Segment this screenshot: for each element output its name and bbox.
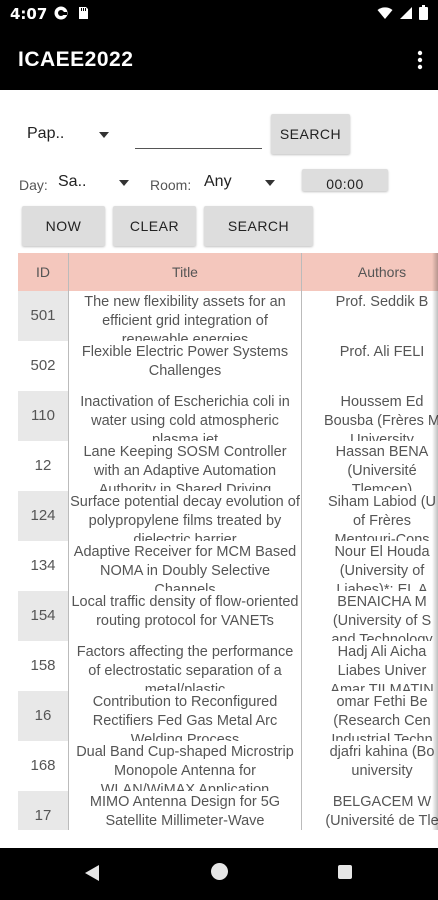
cell-id: 502 [18,341,68,391]
scroll-shadow [432,253,438,830]
cell-authors: djafri kahina (Bo university [329,744,435,779]
now-button[interactable]: NOW [22,206,105,246]
cell-title: Inactivation of Escherichia coli in wate… [80,394,290,441]
day-dropdown[interactable]: Sa.. [58,173,132,195]
table-row[interactable]: 12 Lane Keeping SOSM Controller with an A… [18,441,438,491]
table-row[interactable]: 154 Local traffic density of flow-oriente… [18,591,438,641]
cell-title: Contribution to Reconfigured Rectifiers … [92,694,278,741]
cell-authors: Prof. Seddik B [335,294,429,310]
column-header-id[interactable]: ID [18,253,68,291]
app-title: ICAEE2022 [18,48,134,71]
type-dropdown[interactable]: Pap.. [27,125,113,147]
app-bar: ICAEE2022 [0,28,438,90]
wifi-icon [377,6,393,19]
cell-title: The new flexibility assets for an effici… [84,294,286,341]
cell-title: Local traffic density of flow-oriented r… [71,594,299,629]
type-dropdown-value: Pap.. [27,125,65,142]
table-row[interactable]: 124 Surface potential decay evolution of … [18,491,438,541]
table-row[interactable]: 134 Adaptive Receiver for MCM Based NOMA … [18,541,438,591]
table-header: ID Title Authors [18,253,438,291]
table-row[interactable]: 17 MIMO Antenna Design for 5G Satellite M… [18,791,438,830]
chevron-down-icon [265,180,275,186]
room-label: Room: [150,177,192,193]
cell-id: 158 [18,641,68,691]
battery-icon [419,5,428,20]
cell-id: 12 [18,441,68,491]
table-row[interactable]: 501 The new flexibility assets for an eff… [18,291,438,341]
pocket-casts-icon [54,6,68,20]
cell-id: 168 [18,741,68,791]
column-divider [68,253,69,830]
more-vert-icon[interactable] [416,49,424,71]
table-row[interactable]: 16 Contribution to Reconfigured Rectifier… [18,691,438,741]
cell-title: Lane Keeping SOSM Controller with an Ada… [83,444,287,491]
table-row[interactable]: 110 Inactivation of Escherichia coli in w… [18,391,438,441]
search-input[interactable] [135,127,262,149]
cell-id: 16 [18,691,68,741]
cell-id: 501 [18,291,68,341]
cell-id: 154 [18,591,68,641]
cell-title: MIMO Antenna Design for 5G Satellite Mil… [89,794,281,829]
status-time: 4:07 [10,5,48,23]
cell-title: Adaptive Receiver for MCM Based NOMA in … [73,544,297,591]
recents-icon[interactable] [338,865,352,879]
cell-authors: Prof. Ali FELI [339,344,425,360]
status-bar: 4:07 [0,0,438,28]
cell-authors: Nour El Houda (University of Liabes)*; E… [334,544,430,591]
time-button[interactable]: 00:00 [302,169,388,191]
table-row[interactable]: 502 Flexible Electric Power Systems Chall… [18,341,438,391]
cell-title: Dual Band Cup-shaped Microstrip Monopole… [76,744,294,791]
table-row[interactable]: 158 Factors affecting the performance of … [18,641,438,691]
sd-card-icon [79,7,88,19]
cell-authors: omar Fethi Be (Research Cen Industrial T… [331,694,433,741]
cell-id: 134 [18,541,68,591]
cell-authors: Siham Labiod (U of Frères Mentouri-Cons [328,494,436,541]
cell-authors: BELGACEM W (Université de Tle [325,794,438,829]
cell-authors: BENAICHA M (University of S and Technolo… [331,594,433,641]
chevron-down-icon [119,180,129,186]
navigation-bar [0,848,438,900]
cell-id: 110 [18,391,68,441]
signal-icon [400,6,412,19]
cell-id: 124 [18,491,68,541]
papers-table: ID Title Authors 501 The new flexibility … [18,253,438,830]
table-row[interactable]: 168 Dual Band Cup-shaped Microstrip Monop… [18,741,438,791]
room-dropdown-value: Any [204,173,232,190]
cell-authors: Houssem Ed Bousba (Frères M University [323,394,438,441]
cell-title: Surface potential decay evolution of pol… [70,494,300,541]
column-header-authors[interactable]: Authors [302,253,438,291]
room-dropdown[interactable]: Any [204,173,278,195]
column-divider [301,253,302,830]
search-button[interactable]: SEARCH [204,206,313,246]
back-icon[interactable] [84,864,100,882]
chevron-down-icon [99,132,109,138]
clear-button[interactable]: CLEAR [113,206,196,246]
home-icon[interactable] [211,863,228,880]
cell-authors: Hadj Ali Aicha Liabes Univer Amar TILMAT… [330,644,434,691]
day-label: Day: [19,177,48,193]
cell-title: Factors affecting the performance of ele… [76,644,294,691]
search-button-top[interactable]: SEARCH [271,114,350,154]
cell-title: Flexible Electric Power Systems Challeng… [81,344,289,379]
column-header-title[interactable]: Title [69,253,301,291]
day-dropdown-value: Sa.. [58,173,87,190]
cell-authors: Hassan BENA (Université Tlemcen) [335,444,429,491]
cell-id: 17 [18,791,68,830]
